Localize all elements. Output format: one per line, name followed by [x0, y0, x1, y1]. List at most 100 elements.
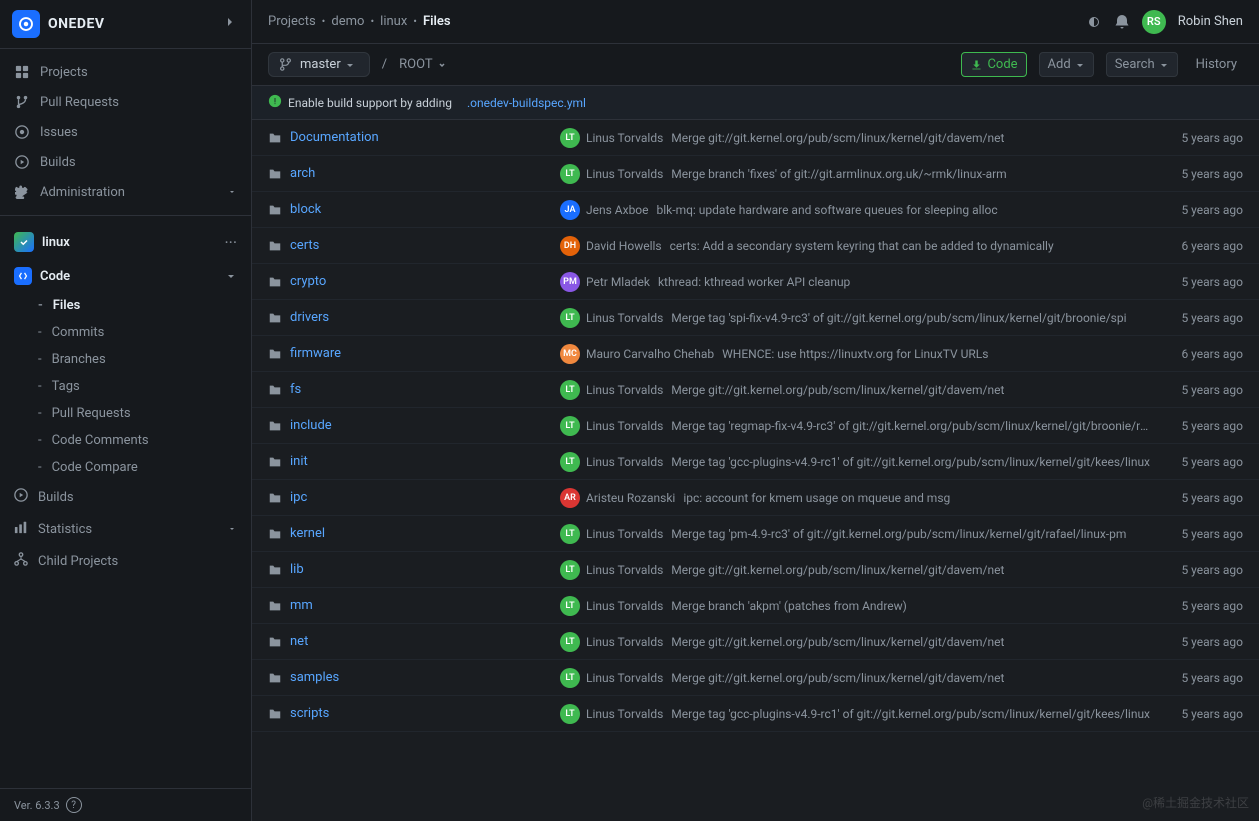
branch-selector[interactable]: master: [268, 52, 370, 77]
commit-message: Merge tag 'gcc-plugins-v4.9-rc1' of git:…: [671, 707, 1150, 721]
commit-message: Merge git://git.kernel.org/pub/scm/linux…: [671, 383, 1004, 397]
author-avatar: LT: [560, 668, 580, 688]
sidebar-item-label: Administration: [40, 185, 125, 200]
table-row: block JA Jens Axboe blk-mq: update hardw…: [252, 192, 1259, 228]
user-name[interactable]: Robin Shen: [1178, 14, 1243, 29]
commit-message: ipc: account for kmem usage on mqueue an…: [683, 491, 950, 505]
commit-author: LT Linus Torvalds: [560, 704, 663, 724]
commit-message-cell: LT Linus Torvalds Merge git://git.kernel…: [560, 560, 1151, 580]
sidebar-item-commits[interactable]: - Commits: [24, 319, 251, 346]
file-name-link[interactable]: mm: [290, 598, 313, 613]
commit-message-cell: LT Linus Torvalds Merge branch 'akpm' (p…: [560, 596, 1151, 616]
commit-time: 5 years ago: [1163, 131, 1243, 145]
commit-message-cell: LT Linus Torvalds Merge git://git.kernel…: [560, 668, 1151, 688]
sidebar-item-files[interactable]: - Files: [24, 292, 251, 319]
sidebar-item-code-compare[interactable]: - Code Compare: [24, 454, 251, 481]
app-name: ONEDEV: [48, 16, 105, 32]
table-row: firmware MC Mauro Carvalho Chehab WHENCE…: [252, 336, 1259, 372]
sidebar-item-projects[interactable]: Projects: [0, 57, 251, 87]
theme-toggle-button[interactable]: [1086, 14, 1102, 30]
file-name-link[interactable]: block: [290, 202, 321, 217]
statistics-expand-icon: [227, 524, 237, 534]
commit-time: 5 years ago: [1163, 203, 1243, 217]
branch-name: master: [300, 57, 341, 72]
statistics-label: Statistics: [38, 522, 92, 537]
sidebar-item-branches[interactable]: - Branches: [24, 346, 251, 373]
file-name-link[interactable]: certs: [290, 238, 319, 253]
notifications-button[interactable]: [1114, 14, 1130, 30]
file-name-link[interactable]: samples: [290, 670, 339, 685]
table-row: Documentation LT Linus Torvalds Merge gi…: [252, 120, 1259, 156]
file-name-link[interactable]: fs: [290, 382, 301, 397]
file-name-link[interactable]: crypto: [290, 274, 326, 289]
sidebar-item-builds-project[interactable]: Builds: [0, 481, 251, 513]
file-name-link[interactable]: drivers: [290, 310, 329, 325]
commit-message-cell: LT Linus Torvalds Merge tag 'pm-4.9-rc3'…: [560, 524, 1151, 544]
sidebar-item-tags[interactable]: - Tags: [24, 373, 251, 400]
commit-message-cell: PM Petr Mladek kthread: kthread worker A…: [560, 272, 1151, 292]
commit-author: LT Linus Torvalds: [560, 668, 663, 688]
file-name-link[interactable]: include: [290, 418, 332, 433]
breadcrumb-projects[interactable]: Projects: [268, 14, 316, 29]
sidebar-item-label: Issues: [40, 125, 78, 140]
root-path[interactable]: ROOT: [399, 57, 446, 72]
commit-message-cell: AR Aristeu Rozanski ipc: account for kme…: [560, 488, 1151, 508]
project-icon: [14, 232, 34, 252]
code-section-header[interactable]: Code: [0, 260, 251, 292]
author-avatar: DH: [560, 236, 580, 256]
project-more-button[interactable]: ···: [224, 233, 237, 252]
history-button[interactable]: History: [1190, 53, 1243, 76]
user-avatar: RS: [1142, 10, 1166, 34]
file-name-cell: fs: [268, 382, 548, 397]
file-name-link[interactable]: net: [290, 634, 308, 649]
add-dropdown-icon: [1075, 60, 1085, 70]
file-name-link[interactable]: scripts: [290, 706, 329, 721]
sidebar-item-code-comments[interactable]: - Code Comments: [24, 427, 251, 454]
file-name-link[interactable]: ipc: [290, 490, 307, 505]
file-name-link[interactable]: init: [290, 454, 308, 469]
sidebar-item-statistics[interactable]: Statistics: [0, 513, 251, 545]
search-button[interactable]: Search: [1106, 52, 1178, 77]
commit-message-cell: MC Mauro Carvalho Chehab WHENCE: use htt…: [560, 344, 1151, 364]
sidebar-item-label: Projects: [40, 65, 88, 80]
play-icon: [14, 154, 30, 170]
code-download-button[interactable]: Code: [961, 52, 1026, 77]
project-header: linux ···: [0, 224, 251, 260]
breadcrumb-linux[interactable]: linux: [380, 14, 407, 29]
sidebar-item-builds[interactable]: Builds: [0, 147, 251, 177]
sidebar-item-issues[interactable]: Issues: [0, 117, 251, 147]
sidebar-item-code-pull-requests[interactable]: - Pull Requests: [24, 400, 251, 427]
table-row: net LT Linus Torvalds Merge git://git.ke…: [252, 624, 1259, 660]
commit-message-cell: LT Linus Torvalds Merge tag 'regmap-fix-…: [560, 416, 1151, 436]
commit-time: 5 years ago: [1163, 167, 1243, 181]
file-name-link[interactable]: firmware: [290, 346, 341, 361]
folder-icon: [268, 455, 282, 469]
file-name-link[interactable]: lib: [290, 562, 304, 577]
commit-message-cell: LT Linus Torvalds Merge branch 'fixes' o…: [560, 164, 1151, 184]
sidebar-item-pull-requests[interactable]: Pull Requests: [0, 87, 251, 117]
folder-icon: [268, 491, 282, 505]
author-name: Linus Torvalds: [586, 599, 663, 613]
sidebar-item-administration[interactable]: Administration: [0, 177, 251, 207]
file-name-cell: samples: [268, 670, 548, 685]
topbar-actions: RS Robin Shen: [1086, 10, 1243, 34]
file-name-link[interactable]: arch: [290, 166, 315, 181]
file-name-cell: lib: [268, 562, 548, 577]
folder-icon: [268, 671, 282, 685]
file-name-link[interactable]: Documentation: [290, 130, 379, 145]
author-avatar: LT: [560, 308, 580, 328]
build-notice-link[interactable]: .onedev-buildspec.yml: [467, 96, 586, 110]
sidebar-collapse-button[interactable]: [223, 14, 239, 34]
builds-icon: [14, 488, 28, 506]
commit-time: 5 years ago: [1163, 311, 1243, 325]
breadcrumb-demo[interactable]: demo: [331, 14, 364, 29]
add-button[interactable]: Add: [1039, 52, 1094, 77]
author-avatar: JA: [560, 200, 580, 220]
author-name: Linus Torvalds: [586, 707, 663, 721]
help-button[interactable]: ?: [66, 797, 82, 813]
sidebar-item-child-projects[interactable]: Child Projects: [0, 545, 251, 577]
file-name-link[interactable]: kernel: [290, 526, 325, 541]
folder-icon: [268, 203, 282, 217]
file-table: Documentation LT Linus Torvalds Merge gi…: [252, 120, 1259, 732]
commit-message: Merge branch 'fixes' of git://git.armlin…: [671, 167, 1006, 181]
